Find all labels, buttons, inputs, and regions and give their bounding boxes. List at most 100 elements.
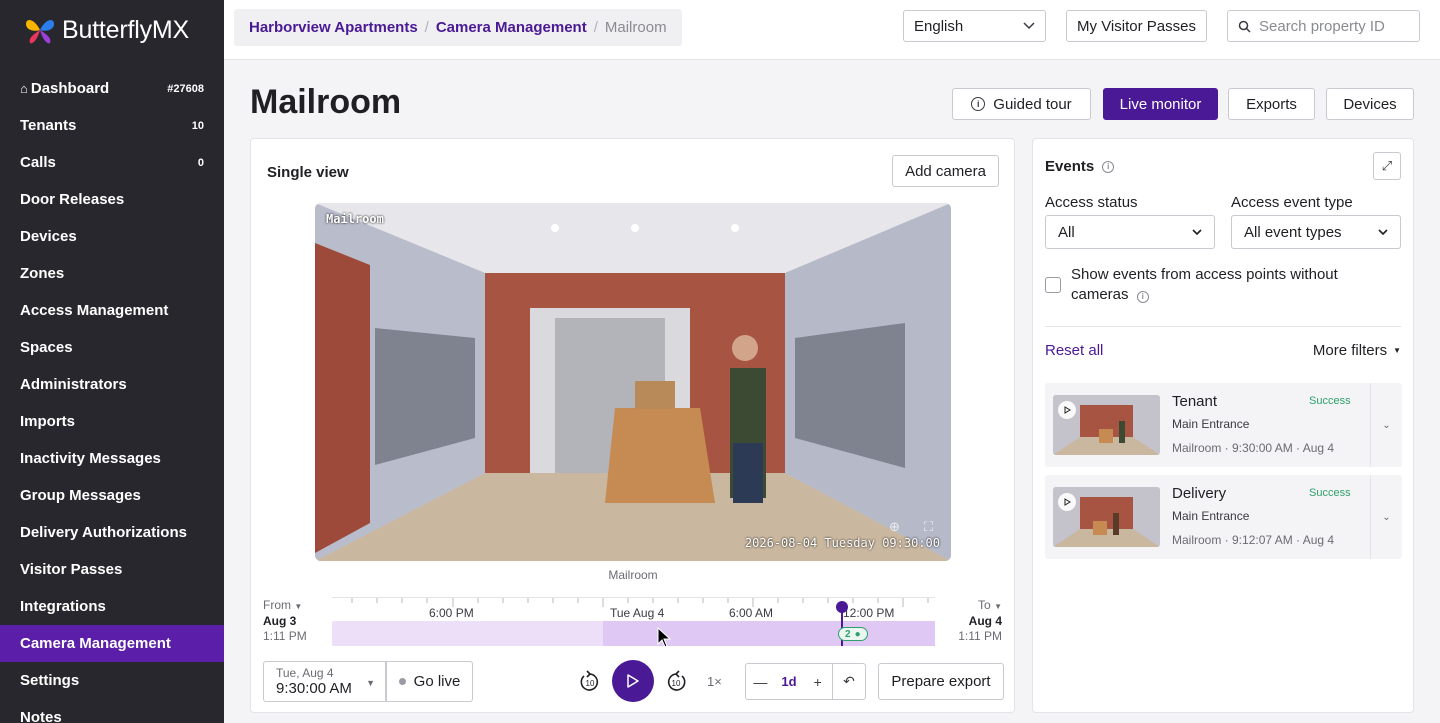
exports-button[interactable]: Exports	[1228, 88, 1315, 120]
breadcrumb-current: Mailroom	[604, 19, 667, 36]
playback-speed[interactable]: 1×	[707, 674, 722, 689]
sidebar-item-dashboard[interactable]: ⌂ Dashboard #27608	[0, 70, 224, 107]
sidebar-item-spaces[interactable]: Spaces	[0, 329, 224, 366]
event-thumbnail[interactable]	[1053, 395, 1160, 455]
event-type-label: Access event type	[1231, 194, 1353, 211]
expand-icon[interactable]: ⤢	[1373, 152, 1401, 180]
timeline-tick-label: Tue Aug 4	[610, 606, 665, 620]
playhead-handle[interactable]	[836, 601, 848, 613]
sidebar-item-devices[interactable]: Devices	[0, 218, 224, 255]
zoom-in-icon[interactable]: ⊕	[889, 519, 900, 535]
chevron-down-icon[interactable]: ⌄	[1370, 383, 1402, 467]
chevron-down-icon[interactable]: ⌄	[1370, 475, 1402, 559]
search-placeholder: Search property ID	[1259, 17, 1385, 35]
sidebar-item-visitor-passes[interactable]: Visitor Passes	[0, 551, 224, 588]
chevron-down-icon: ▼	[294, 602, 303, 611]
events-title-row: Events i	[1045, 158, 1115, 175]
sidebar-item-door-releases[interactable]: Door Releases	[0, 181, 224, 218]
reset-all-link[interactable]: Reset all	[1045, 342, 1103, 359]
chevron-down-icon: ▼	[366, 678, 375, 688]
reset-zoom-icon[interactable]: ↶	[832, 664, 865, 699]
sidebar-item-integrations[interactable]: Integrations	[0, 588, 224, 625]
language-select[interactable]: English	[903, 10, 1046, 42]
breadcrumb-camera-management[interactable]: Camera Management	[436, 19, 587, 36]
add-camera-button[interactable]: Add camera	[892, 155, 999, 187]
play-icon[interactable]	[1058, 401, 1076, 419]
play-icon[interactable]	[1058, 493, 1076, 511]
timeline-event-cluster[interactable]: 2 ●	[838, 627, 868, 641]
devices-button[interactable]: Devices	[1326, 88, 1414, 120]
timeline-tick-label: 6:00 PM	[429, 606, 474, 620]
sidebar-item-label: Camera Management	[20, 635, 171, 652]
zoom-out-icon[interactable]: —	[746, 664, 775, 699]
chevron-down-icon	[1378, 228, 1388, 235]
sidebar-item-inactivity-messages[interactable]: Inactivity Messages	[0, 440, 224, 477]
event-dot-icon: ●	[854, 628, 861, 640]
sidebar-item-group-messages[interactable]: Group Messages	[0, 477, 224, 514]
sidebar-item-label: Dashboard	[30, 80, 110, 97]
event-card[interactable]: Delivery Success Main Entrance Mailroom …	[1045, 475, 1402, 559]
access-status-select[interactable]: All	[1045, 215, 1215, 249]
event-card[interactable]: Tenant Success Main Entrance Mailroom · …	[1045, 383, 1402, 467]
zoom-in-icon[interactable]: +	[803, 664, 832, 699]
status-badge: Success	[1309, 395, 1351, 407]
camera-name-overlay: Mailroom	[326, 212, 384, 226]
sidebar-item-label: Settings	[20, 672, 80, 689]
timeline-zoom-control: — 1d + ↶	[745, 663, 866, 700]
go-live-button[interactable]: Go live	[386, 661, 473, 702]
event-type-select[interactable]: All event types	[1231, 215, 1401, 249]
sidebar-item-settings[interactable]: Settings	[0, 662, 224, 699]
sidebar-item-label: Door Releases	[20, 191, 125, 208]
fullscreen-icon[interactable]: ⛶	[924, 519, 933, 535]
event-thumbnail[interactable]	[1053, 487, 1160, 547]
camera-caption: Mailroom	[608, 568, 658, 582]
language-value: English	[914, 17, 964, 35]
timeline-to[interactable]: To ▼ Aug 4 1:11 PM	[958, 598, 1002, 644]
sidebar-nav: ⌂ Dashboard #27608 Tenants 10 Calls 0 Door …	[0, 70, 224, 723]
info-icon[interactable]: i	[1136, 291, 1149, 303]
sidebar-item-administrators[interactable]: Administrators	[0, 366, 224, 403]
access-status-value: All	[1058, 223, 1075, 241]
sidebar-item-label: Devices	[20, 228, 77, 245]
sidebar-item-label: Zones	[20, 265, 65, 282]
search-input[interactable]: Search property ID	[1227, 10, 1420, 42]
timeline[interactable]: 6:00 PM Tue Aug 4 6:00 AM 12:00 PM 2 ●	[332, 597, 935, 646]
search-icon	[1238, 20, 1251, 33]
brand-logo[interactable]: ButterflyMX	[0, 0, 224, 60]
camera-video[interactable]: Mailroom ⊕ ⛶ 2026-08-04 Tuesday 09:30:00	[315, 203, 951, 561]
more-filters-button[interactable]: More filters ▼	[1313, 342, 1401, 359]
info-icon[interactable]: i	[1102, 160, 1115, 173]
guided-tour-button[interactable]: i Guided tour	[952, 88, 1091, 120]
timeline-from[interactable]: From ▼ Aug 3 1:11 PM	[263, 598, 307, 644]
top-bar: Harborview Apartments / Camera Managemen…	[224, 0, 1440, 60]
from-date: Aug 3	[263, 614, 297, 628]
sidebar-item-label: Spaces	[20, 339, 73, 356]
sidebar-item-access-management[interactable]: Access Management	[0, 292, 224, 329]
play-button[interactable]	[612, 660, 654, 702]
sidebar-item-label: Notes	[20, 709, 62, 723]
sidebar-item-calls[interactable]: Calls 0	[0, 144, 224, 181]
timestamp-overlay: 2026-08-04 Tuesday 09:30:00	[744, 536, 940, 550]
sidebar-item-label: Delivery Authorizations	[20, 524, 187, 541]
skip-forward-10-icon[interactable]: 10	[664, 670, 688, 694]
breadcrumb-property[interactable]: Harborview Apartments	[249, 19, 418, 36]
sidebar-item-tenants[interactable]: Tenants 10	[0, 107, 224, 144]
camera-viewer-card: Single view Add camera Mailroom ⊕ ⛶ 2026…	[250, 138, 1015, 713]
sidebar-item-delivery-authorizations[interactable]: Delivery Authorizations	[0, 514, 224, 551]
sidebar-item-label: Visitor Passes	[20, 561, 123, 578]
live-monitor-button[interactable]: Live monitor	[1103, 88, 1218, 120]
sidebar-item-camera-management[interactable]: Camera Management	[0, 625, 224, 662]
events-title: Events	[1045, 158, 1095, 175]
show-events-without-cameras-checkbox[interactable]	[1045, 277, 1061, 293]
breadcrumb: Harborview Apartments / Camera Managemen…	[234, 9, 682, 46]
event-location: Main Entrance	[1172, 417, 1250, 431]
sidebar-item-notes[interactable]: Notes	[0, 699, 224, 723]
skip-back-10-icon[interactable]: 10	[578, 670, 602, 694]
sidebar-item-zones[interactable]: Zones	[0, 255, 224, 292]
event-name: Tenant	[1172, 393, 1218, 410]
prepare-export-button[interactable]: Prepare export	[878, 663, 1004, 700]
my-visitor-passes-button[interactable]: My Visitor Passes	[1066, 10, 1207, 42]
playback-datetime-picker[interactable]: Tue, Aug 4 9:30:00 AM ▼	[263, 661, 386, 702]
sidebar-item-imports[interactable]: Imports	[0, 403, 224, 440]
sidebar-item-label: Tenants	[20, 117, 77, 134]
